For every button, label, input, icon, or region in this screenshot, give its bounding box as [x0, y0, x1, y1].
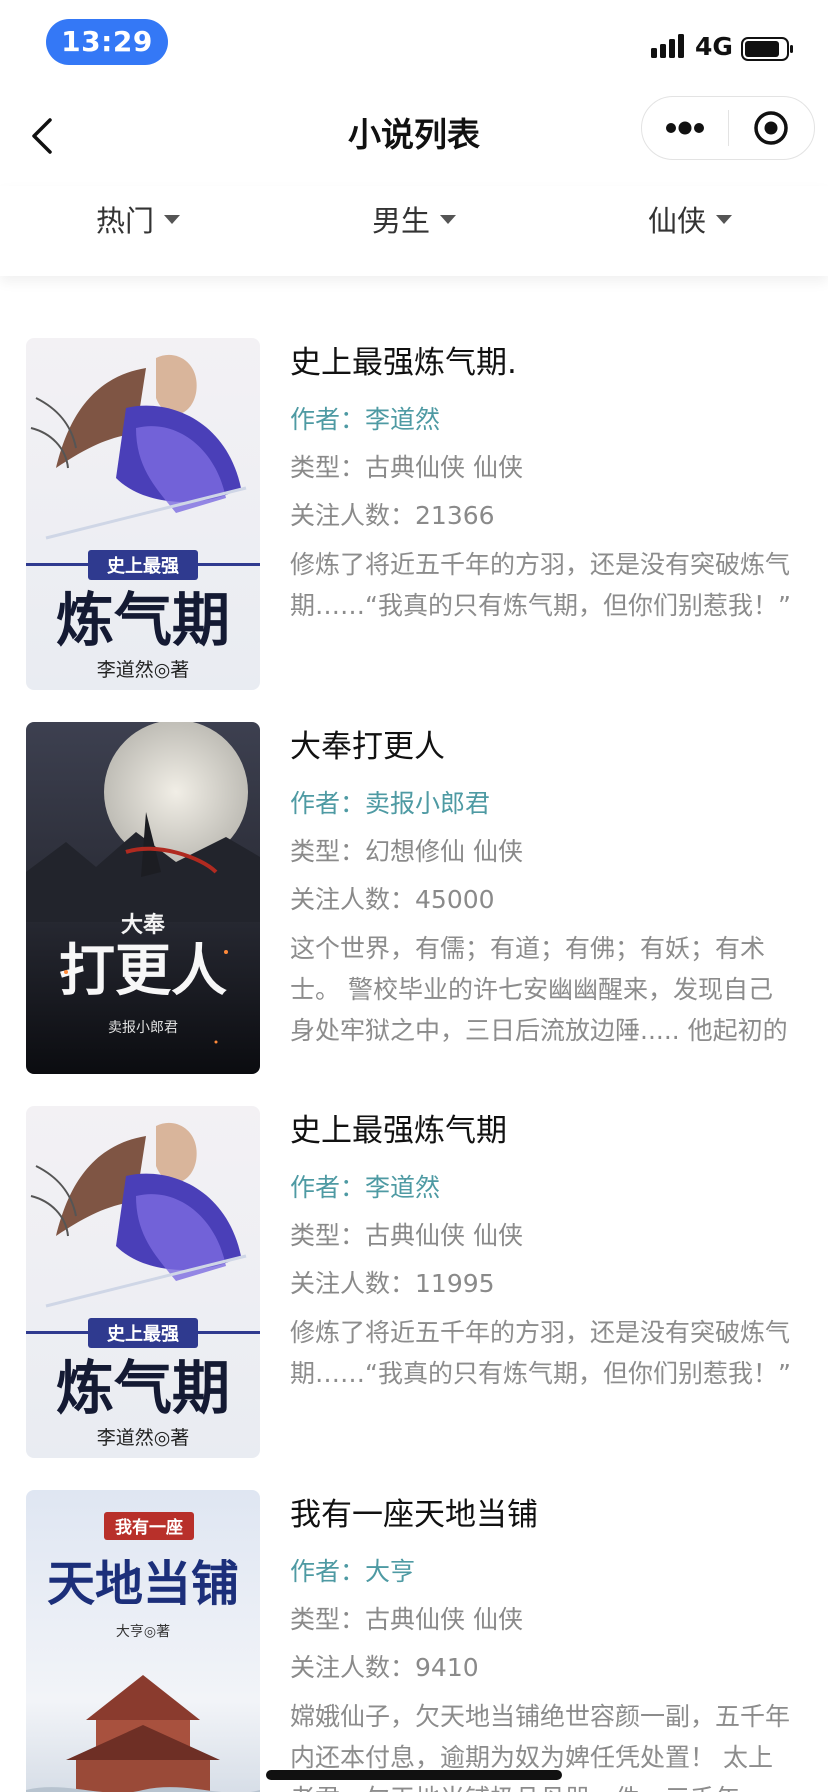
app-screen: 13:29 4G 小说列表 热门 男生 仙侠 史上最强 炼气期 李道然◎著 史上… [0, 0, 828, 1792]
followers-label: 关注人数： [290, 501, 416, 530]
author-label: 作者： [290, 1173, 366, 1202]
cover-title-line2: 炼气期 [56, 1354, 230, 1422]
author-line: 作者：李道然 [290, 396, 794, 444]
filter-gender[interactable]: 男生 [276, 186, 552, 252]
battery-icon [741, 37, 793, 61]
novel-title: 史上最强炼气期 [290, 1113, 507, 1149]
cover-title-line1: 大奉 [121, 912, 166, 938]
cover-title-line2: 炼气期 [56, 586, 230, 654]
novel-title: 史上最强炼气期. [290, 345, 517, 381]
followers-line: 关注人数：11995 [290, 1260, 794, 1308]
novel-list-item[interactable]: 我有一座 天地当铺 大亨◎著 我有一座天地当铺 作者：大亨 类型：古典仙侠 仙侠… [0, 1490, 828, 1792]
author-name: 李道然 [365, 1173, 441, 1202]
cover-author: 大亨◎著 [116, 1623, 170, 1640]
close-button[interactable] [729, 96, 815, 160]
novel-list: 史上最强 炼气期 李道然◎著 史上最强炼气期. 作者：李道然 类型：古典仙侠 仙… [0, 338, 828, 1792]
cover-author: 李道然◎著 [97, 1427, 190, 1449]
signal-icon [651, 34, 684, 58]
genre-value: 古典仙侠 仙侠 [365, 453, 523, 482]
network-label: 4G [695, 32, 733, 61]
nav-bar: 小说列表 [0, 88, 828, 186]
cover-author: 卖报小郎君 [108, 1020, 178, 1036]
novel-info: 史上最强炼气期. 作者：李道然 类型：古典仙侠 仙侠 关注人数：21366 修炼… [290, 338, 794, 667]
author-label: 作者： [290, 1557, 366, 1586]
genre-label: 类型： [290, 837, 366, 866]
cover-title-line2: 天地当铺 [47, 1556, 239, 1612]
cover-author: 李道然◎著 [97, 659, 190, 681]
more-icon [665, 121, 704, 135]
novel-info: 我有一座天地当铺 作者：大亨 类型：古典仙侠 仙侠 关注人数：9410 嫦娥仙子… [290, 1490, 794, 1792]
novel-description: 修炼了将近五千年的方羽，还是没有突破炼气期……“我真的只有炼气期，但你们别惹我！… [290, 550, 791, 620]
caret-down-icon [440, 214, 456, 224]
book-cover: 史上最强 炼气期 李道然◎著 [26, 338, 260, 690]
followers-label: 关注人数： [290, 1269, 416, 1298]
home-indicator [266, 1770, 562, 1780]
cover-title-line1: 我有一座 [115, 1517, 183, 1538]
book-cover: 我有一座 天地当铺 大亨◎著 [26, 1490, 260, 1792]
followers-label: 关注人数： [290, 1653, 416, 1682]
filter-hot[interactable]: 热门 [0, 186, 276, 252]
followers-line: 关注人数：45000 [290, 876, 794, 924]
followers-count: 45000 [415, 885, 495, 914]
novel-title: 我有一座天地当铺 [290, 1497, 538, 1533]
filter-label: 热门 [95, 204, 154, 238]
genre-line: 类型：古典仙侠 仙侠 [290, 1212, 794, 1260]
novel-list-item[interactable]: 史上最强 炼气期 李道然◎著 史上最强炼气期 作者：李道然 类型：古典仙侠 仙侠… [0, 1106, 828, 1490]
followers-count: 21366 [415, 501, 495, 530]
status-bar: 13:29 4G [0, 0, 828, 88]
close-icon [754, 111, 788, 145]
genre-label: 类型： [290, 453, 366, 482]
genre-value: 古典仙侠 仙侠 [365, 1605, 523, 1634]
cover-title-line1: 史上最强 [107, 555, 179, 577]
followers-line: 关注人数：21366 [290, 492, 794, 540]
author-name: 大亨 [365, 1557, 416, 1586]
filter-label: 仙侠 [647, 204, 706, 238]
caret-down-icon [716, 214, 732, 224]
author-label: 作者： [290, 405, 366, 434]
genre-value: 幻想修仙 仙侠 [365, 837, 523, 866]
more-button[interactable] [642, 96, 728, 160]
author-line: 作者：卖报小郎君 [290, 780, 794, 828]
followers-count: 11995 [415, 1269, 495, 1298]
followers-count: 9410 [415, 1653, 479, 1682]
genre-label: 类型： [290, 1221, 366, 1250]
genre-line: 类型：古典仙侠 仙侠 [290, 1596, 794, 1644]
followers-label: 关注人数： [290, 885, 416, 914]
caret-down-icon [164, 214, 180, 224]
author-label: 作者： [290, 789, 366, 818]
filter-label: 男生 [371, 204, 430, 238]
followers-line: 关注人数：9410 [290, 1644, 794, 1692]
novel-info: 大奉打更人 作者：卖报小郎君 类型：幻想修仙 仙侠 关注人数：45000 这个世… [290, 722, 794, 1051]
novel-list-item[interactable]: 大奉 打更人 卖报小郎君 大奉打更人 作者：卖报小郎君 类型：幻想修仙 仙侠 关… [0, 722, 828, 1106]
filter-category[interactable]: 仙侠 [552, 186, 828, 252]
novel-list-item[interactable]: 史上最强 炼气期 李道然◎著 史上最强炼气期. 作者：李道然 类型：古典仙侠 仙… [0, 338, 828, 722]
novel-description: 这个世界，有儒；有道；有佛；有妖；有术士。 警校毕业的许七安幽幽醒来，发现自己身… [290, 934, 788, 1045]
genre-line: 类型：古典仙侠 仙侠 [290, 444, 794, 492]
novel-description: 修炼了将近五千年的方羽，还是没有突破炼气期……“我真的只有炼气期，但你们别惹我！… [290, 1318, 791, 1388]
author-name: 李道然 [365, 405, 441, 434]
book-cover: 史上最强 炼气期 李道然◎著 [26, 1106, 260, 1458]
cover-title-line2: 打更人 [59, 938, 227, 1004]
author-line: 作者：李道然 [290, 1164, 794, 1212]
mini-program-capsule [641, 96, 815, 160]
author-line: 作者：大亨 [290, 1548, 794, 1596]
genre-line: 类型：幻想修仙 仙侠 [290, 828, 794, 876]
novel-title: 大奉打更人 [290, 729, 445, 765]
genre-label: 类型： [290, 1605, 366, 1634]
book-cover: 大奉 打更人 卖报小郎君 [26, 722, 260, 1074]
filter-bar: 热门 男生 仙侠 [0, 186, 828, 276]
author-name: 卖报小郎君 [365, 789, 491, 818]
status-time: 13:29 [46, 19, 168, 65]
genre-value: 古典仙侠 仙侠 [365, 1221, 523, 1250]
cover-title-line1: 史上最强 [107, 1323, 179, 1345]
novel-info: 史上最强炼气期 作者：李道然 类型：古典仙侠 仙侠 关注人数：11995 修炼了… [290, 1106, 794, 1435]
